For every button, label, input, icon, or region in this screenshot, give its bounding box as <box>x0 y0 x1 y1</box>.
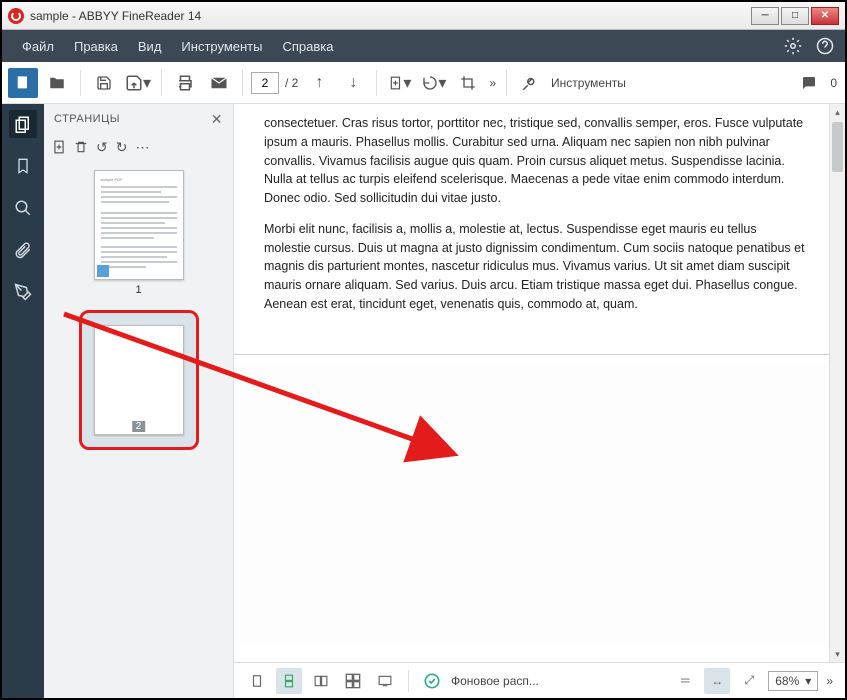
titlebar: sample - ABBYY FineReader 14 ─ □ ✕ <box>2 2 845 30</box>
close-button[interactable]: ✕ <box>811 7 839 25</box>
save-as-button[interactable]: ▾ <box>123 68 153 98</box>
page-thumbnail-2[interactable]: 2 <box>68 310 209 450</box>
rotate-button[interactable]: ▾ <box>419 68 449 98</box>
comments-icon[interactable] <box>794 68 824 98</box>
more-icon[interactable]: ⋯ <box>135 139 149 156</box>
page-separator <box>234 354 845 355</box>
scroll-up-icon[interactable]: ▴ <box>830 104 845 120</box>
help-icon[interactable] <box>815 36 835 56</box>
two-page-icon[interactable] <box>308 668 334 694</box>
page-number-input[interactable] <box>251 72 279 94</box>
left-rail <box>2 104 44 698</box>
maximize-button[interactable]: □ <box>781 7 809 25</box>
continuous-page-icon[interactable] <box>276 668 302 694</box>
more-chevron[interactable]: » <box>489 76 496 90</box>
menu-edit[interactable]: Правка <box>64 39 128 54</box>
toolbox-icon[interactable] <box>515 68 545 98</box>
chevron-down-icon: ▾ <box>805 674 811 688</box>
save-button[interactable] <box>89 68 119 98</box>
doc-paragraph-1: consectetuer. Cras risus tortor, porttit… <box>264 114 805 208</box>
fit-height-icon[interactable]: ＝ <box>672 668 698 694</box>
fit-width-icon[interactable]: ↔ <box>704 668 730 694</box>
page-thumbnail-1[interactable]: sample PDF 1 <box>68 170 209 296</box>
comments-count: 0 <box>830 76 837 90</box>
menu-view[interactable]: Вид <box>128 39 172 54</box>
scroll-thumb[interactable] <box>832 122 843 172</box>
rail-pages-icon[interactable] <box>9 110 37 138</box>
tools-label[interactable]: Инструменты <box>551 76 626 90</box>
zoom-dropdown[interactable]: 68% ▾ <box>768 671 818 691</box>
pages-panel-title: СТРАНИЦЫ <box>54 113 120 125</box>
pages-panel-close-icon[interactable]: ✕ <box>211 111 223 128</box>
vertical-scrollbar[interactable]: ▴ ▾ <box>829 104 845 662</box>
add-page-button[interactable]: ▾ <box>385 68 415 98</box>
doc-paragraph-2: Morbi elit nunc, facilisis a, mollis a, … <box>264 220 805 314</box>
delete-page-icon[interactable] <box>74 139 88 155</box>
single-page-icon[interactable] <box>244 668 270 694</box>
menu-file[interactable]: Файл <box>12 39 64 54</box>
pages-panel-tools: ↺ ↻ ⋯ <box>44 134 233 160</box>
scroll-down-icon[interactable]: ▾ <box>830 646 845 662</box>
status-text: Фоновое расп... <box>451 674 539 688</box>
menubar: Файл Правка Вид Инструменты Справка <box>2 30 845 62</box>
pages-panel: СТРАНИЦЫ ✕ ↺ ↻ ⋯ sample PDF <box>44 104 234 698</box>
thumb-1-number: 1 <box>135 284 141 296</box>
rail-sign-icon[interactable] <box>9 278 37 306</box>
rail-attach-icon[interactable] <box>9 236 37 264</box>
blank-page-2 <box>234 363 845 643</box>
page-down-button[interactable]: ↓ <box>338 68 368 98</box>
fullscreen-icon[interactable] <box>372 668 398 694</box>
fit-page-icon[interactable]: ⤢ <box>736 668 762 694</box>
email-button[interactable] <box>204 68 234 98</box>
rotate-cw-icon[interactable]: ↻ <box>116 139 128 156</box>
window-title: sample - ABBYY FineReader 14 <box>30 9 751 23</box>
settings-icon[interactable] <box>783 36 803 56</box>
thumb-2-number: 2 <box>132 421 146 432</box>
main-toolbar: ▾ / 2 ↑ ↓ ▾ ▾ » Инструменты 0 <box>2 62 845 104</box>
document-scroll[interactable]: consectetuer. Cras risus tortor, porttit… <box>234 104 845 662</box>
app-icon <box>8 8 24 24</box>
menu-tools[interactable]: Инструменты <box>171 39 272 54</box>
rail-bookmark-icon[interactable] <box>9 152 37 180</box>
open-button[interactable] <box>42 68 72 98</box>
page-total-label: / 2 <box>285 76 298 90</box>
document-area: consectetuer. Cras risus tortor, porttit… <box>234 104 845 698</box>
more-bottom-chevron[interactable]: » <box>826 674 833 688</box>
add-page-icon[interactable] <box>52 139 66 155</box>
menu-help[interactable]: Справка <box>272 39 343 54</box>
status-check-icon <box>419 668 445 694</box>
new-button[interactable] <box>8 68 38 98</box>
print-button[interactable] <box>170 68 200 98</box>
crop-button[interactable] <box>453 68 483 98</box>
minimize-button[interactable]: ─ <box>751 7 779 25</box>
bottom-bar: Фоновое расп... ＝ ↔ ⤢ 68% ▾ » <box>234 662 845 698</box>
rotate-ccw-icon[interactable]: ↺ <box>96 139 108 156</box>
two-continuous-icon[interactable] <box>340 668 366 694</box>
rail-search-icon[interactable] <box>9 194 37 222</box>
page-up-button[interactable]: ↑ <box>304 68 334 98</box>
zoom-value: 68% <box>775 674 799 688</box>
